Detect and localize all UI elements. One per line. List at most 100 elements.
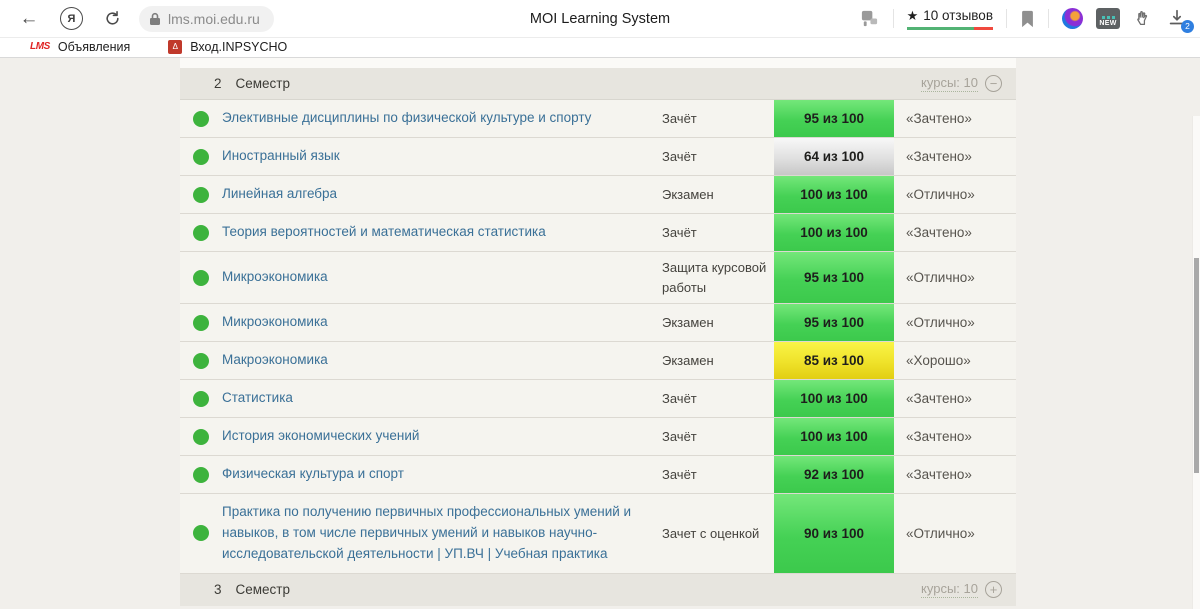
divider [1006,9,1007,28]
status-cell [180,391,222,407]
course-link[interactable]: Иностранный язык [222,148,340,163]
address-bar[interactable]: lms.moi.edu.ru [139,6,274,32]
grade-text: «Зачтено» [894,149,1016,164]
course-link[interactable]: Линейная алгебра [222,186,337,201]
status-cell [180,149,222,165]
expand-icon[interactable] [985,581,1002,598]
hand-icon[interactable] [1133,9,1153,29]
grade-text: «Зачтено» [894,391,1016,406]
course-link[interactable]: Элективные дисциплины по физической куль… [222,110,591,125]
divider [893,9,894,28]
courses-count-link[interactable]: курсы: 10 [921,75,978,92]
semester-3-courses-toggle[interactable]: курсы: 10 [921,581,1002,598]
scrollbar-track[interactable] [1192,116,1200,609]
score-badge-cell: 95 из 100 [774,100,894,137]
course-link[interactable]: Практика по получению первичных професси… [222,504,631,561]
site-rating[interactable]: ★ 10 отзывов [907,8,993,30]
semester-label: Семестр [236,582,291,597]
semester-2-header: 2 Семестр курсы: 10 [180,68,1016,100]
course-rows: Элективные дисциплины по физической куль… [180,100,1016,574]
status-cell [180,187,222,203]
score-badge: 64 из 100 [774,138,894,175]
browser-toolbar: ← Я lms.moi.edu.ru MOI Learning System ★… [0,0,1200,38]
status-cell [180,467,222,483]
courses-count-link[interactable]: курсы: 10 [921,581,978,598]
downloads-button[interactable]: 2 [1166,7,1190,31]
course-link[interactable]: Макроэкономика [222,352,328,367]
score-badge: 100 из 100 [774,176,894,213]
semester-3-header: 3 Семестр курсы: 10 [180,574,1016,606]
score-badge-cell: 100 из 100 [774,214,894,251]
grade-text: «Отлично» [894,187,1016,202]
assessment-type: Зачёт [662,459,774,491]
course-link[interactable]: История экономических учений [222,428,419,443]
grade-text: «Отлично» [894,526,1016,541]
assessment-type: Защита курсовой работы [662,252,774,303]
bookmarks-bar: LMS Объявления Δ Вход.INPSYCHO [0,38,1200,58]
bookmark-label: Объявления [58,40,130,54]
back-button[interactable]: ← [16,6,42,32]
status-cell [180,111,222,127]
bookmark-icon[interactable] [1020,10,1035,28]
course-link[interactable]: Микроэкономика [222,269,328,284]
assessment-type: Зачёт [662,217,774,249]
status-dot-icon [193,187,209,203]
table-top-strip [180,58,1016,68]
course-link[interactable]: Микроэкономика [222,314,328,329]
grades-table: 2 Семестр курсы: 10 Элективные дисциплин… [180,58,1016,606]
course-row: Теория вероятностей и математическая ста… [180,214,1016,252]
lms-favicon: LMS [30,41,50,52]
score-badge: 95 из 100 [774,100,894,137]
course-link[interactable]: Теория вероятностей и математическая ста… [222,224,546,239]
course-row: Практика по получению первичных професси… [180,494,1016,574]
course-row: История экономических учений Зачёт 100 и… [180,418,1016,456]
score-badge-cell: 90 из 100 [774,494,894,573]
semester-2-courses-toggle[interactable]: курсы: 10 [921,75,1002,92]
score-badge-cell: 64 из 100 [774,138,894,175]
download-count-badge: 2 [1181,20,1194,33]
semester-label: Семестр [236,76,291,91]
assessment-type: Экзамен [662,345,774,377]
status-dot-icon [193,111,209,127]
protect-icon[interactable] [859,9,880,28]
assessment-type: Зачёт [662,103,774,135]
url-text: lms.moi.edu.ru [168,11,260,27]
grade-text: «Зачтено» [894,429,1016,444]
assessment-type: Экзамен [662,179,774,211]
status-dot-icon [193,225,209,241]
reload-button[interactable] [99,6,125,32]
lock-icon [149,12,161,26]
status-dot-icon [193,149,209,165]
grade-text: «Отлично» [894,315,1016,330]
score-badge: 95 из 100 [774,252,894,303]
status-dot-icon [193,315,209,331]
score-badge: 100 из 100 [774,380,894,417]
extension-circle-icon[interactable] [1062,8,1083,29]
grade-text: «Зачтено» [894,225,1016,240]
status-dot-icon [193,525,209,541]
score-badge: 95 из 100 [774,304,894,341]
bookmark-label: Вход.INPSYCHO [190,40,287,54]
new-extension-icon[interactable]: NEW [1096,8,1120,29]
status-cell [180,353,222,369]
scrollbar-thumb[interactable] [1194,258,1199,473]
status-dot-icon [193,391,209,407]
course-row: Элективные дисциплины по физической куль… [180,100,1016,138]
star-icon: ★ [907,8,919,24]
status-cell [180,429,222,445]
course-row: Микроэкономика Экзамен 95 из 100 «Отличн… [180,304,1016,342]
course-link[interactable]: Физическая культура и спорт [222,466,404,481]
score-badge-cell: 100 из 100 [774,380,894,417]
grade-text: «Отлично» [894,270,1016,285]
status-cell [180,315,222,331]
course-row: Статистика Зачёт 100 из 100 «Зачтено» [180,380,1016,418]
grade-text: «Зачтено» [894,111,1016,126]
collapse-icon[interactable] [985,75,1002,92]
bookmark-item-inpsycho[interactable]: Δ Вход.INPSYCHO [168,40,287,54]
yandex-icon[interactable]: Я [60,7,83,30]
assessment-type: Зачёт [662,421,774,453]
assessment-type: Экзамен [662,307,774,339]
grade-text: «Зачтено» [894,467,1016,482]
course-link[interactable]: Статистика [222,390,293,405]
bookmark-item-announcements[interactable]: LMS Объявления [30,40,130,54]
